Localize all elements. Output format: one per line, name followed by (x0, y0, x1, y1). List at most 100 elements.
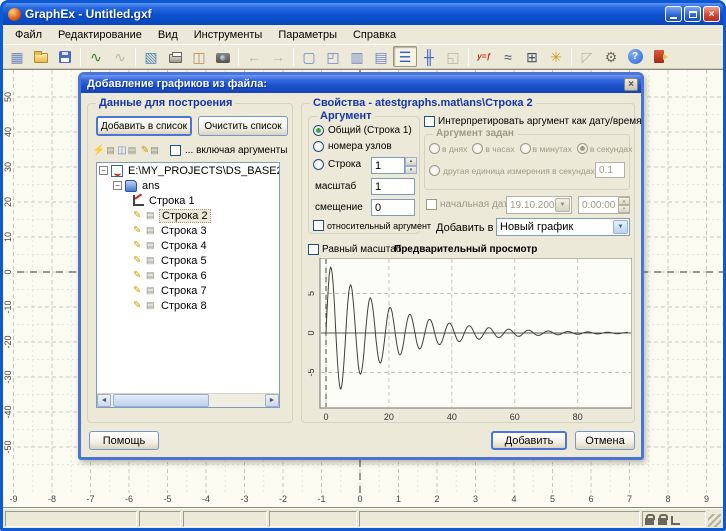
row-number-spinner[interactable]: ▴▾ (405, 157, 417, 174)
tree-root-item[interactable]: − E:\MY_PROJECTS\DS_BASE2\gexplorer\data\ (97, 163, 279, 178)
tree-row-item[interactable]: ✎▤Строка 8 (97, 298, 279, 313)
data-table-icon: ⊞ (526, 50, 538, 64)
add-to-combo[interactable]: Новый график ▼ (496, 218, 630, 236)
include-args-checkbox[interactable] (170, 145, 181, 156)
copy-image-button[interactable]: ◫ (187, 46, 211, 67)
menu-view[interactable]: Вид (150, 27, 186, 43)
tile-vertical-button[interactable]: ▥ (345, 46, 369, 67)
radio-unit-hours[interactable] (472, 143, 483, 154)
data-table-button[interactable]: ⊞ (520, 46, 544, 67)
menu-edit[interactable]: Редактирование (50, 27, 150, 43)
time-spinner[interactable]: ▴▾ (618, 197, 630, 213)
spin-down-icon[interactable]: ▾ (405, 166, 417, 175)
tree-row-item[interactable]: ✎▤Строка 4 (97, 238, 279, 253)
print-button[interactable] (163, 46, 187, 67)
edit-columns-button[interactable]: ✎▤ (141, 142, 160, 159)
row-number-input[interactable]: 1 (371, 157, 405, 174)
radio-row-argument[interactable] (313, 159, 324, 170)
collapse-icon[interactable]: − (99, 166, 108, 175)
spin-down-icon[interactable]: ▾ (618, 205, 630, 213)
radio-unit-days[interactable] (429, 143, 440, 154)
offset-input[interactable]: 0 (371, 199, 415, 216)
refresh-list-button[interactable]: ⚡▤ (95, 142, 114, 159)
radio-common-argument[interactable] (313, 125, 324, 136)
save-file-button[interactable] (53, 46, 77, 67)
collapse-icon[interactable]: − (113, 181, 122, 190)
pair-columns-button[interactable]: ◫▤ (118, 142, 137, 159)
radio-custom-unit[interactable] (429, 165, 440, 176)
clear-list-button[interactable]: Очистить список (198, 116, 288, 136)
equal-scale-checkbox[interactable] (308, 244, 319, 255)
add-button[interactable]: Добавить (491, 431, 567, 450)
relative-argument-checkbox[interactable] (313, 220, 324, 231)
exit-button[interactable] (647, 46, 671, 67)
window-layout-button[interactable]: ◰ (321, 46, 345, 67)
radio-node-numbers[interactable] (313, 141, 324, 152)
tree-row-item[interactable]: ✎▤Строка 7 (97, 283, 279, 298)
add-to-list-button[interactable]: Добавить в список (96, 116, 192, 136)
scroll-left-button[interactable]: ◄ (97, 394, 111, 407)
vertical-axes-button[interactable]: ╫ (417, 46, 441, 67)
start-date-checkbox[interactable] (426, 199, 437, 210)
tree-row-item[interactable]: Строка 1 (97, 193, 279, 208)
spin-up-icon[interactable]: ▴ (405, 157, 417, 166)
scale-input[interactable]: 1 (371, 178, 415, 195)
add-graph-button[interactable]: ∿ (84, 46, 108, 67)
tree-row-item[interactable]: ✎▤Строка 3 (97, 223, 279, 238)
help-button[interactable]: Помощь (89, 431, 159, 450)
data-tree[interactable]: −E:\MY_PROJECTS\DS_BASE2\gexplorer\data\… (96, 162, 280, 408)
new-file-button[interactable]: ▦ (5, 46, 29, 67)
start-date-combo[interactable]: 19.10.2008 ▼ (506, 196, 572, 214)
split-horizontal-button[interactable]: ☰ (393, 46, 417, 67)
radio-unit-seconds[interactable] (577, 143, 588, 154)
tree-row-item[interactable]: ✎▤Строка 6 (97, 268, 279, 283)
menu-bar: ФайлРедактированиеВидИнструментыПараметр… (3, 25, 723, 44)
datetime-checkbox[interactable] (424, 116, 435, 127)
minimize-button[interactable] (665, 6, 682, 22)
scroll-right-button[interactable]: ► (265, 394, 279, 407)
add-function-button[interactable]: y=ƒ (472, 46, 496, 67)
spin-up-icon[interactable]: ▴ (618, 197, 630, 205)
fit-view-button[interactable]: ▢ (297, 46, 321, 67)
variable-folder-icon (125, 180, 137, 192)
curve-points-button[interactable]: ≈ (496, 46, 520, 67)
snapshot-button[interactable] (211, 46, 235, 67)
menu-help[interactable]: Справка (345, 27, 404, 43)
open-file-button[interactable] (29, 46, 53, 67)
list-icon: ▤ (146, 285, 156, 296)
settings-button[interactable]: ⚙ (599, 46, 623, 67)
close-button[interactable]: × (703, 6, 720, 22)
plot-workspace[interactable]: -9-8-7-6-5-4-3-2-1012345678950403020100-… (3, 69, 723, 508)
list-icon: ▤ (146, 300, 156, 311)
tree-folder-item[interactable]: −ans (97, 178, 279, 193)
menu-options[interactable]: Параметры (270, 27, 345, 43)
add-to-dropdown-icon[interactable]: ▼ (613, 220, 628, 234)
resize-grip[interactable] (708, 514, 721, 527)
custom-unit-input[interactable]: 0.1 (595, 162, 625, 178)
tile-horizontal-button[interactable]: ▤ (369, 46, 393, 67)
date-dropdown-icon[interactable]: ▼ (555, 198, 570, 212)
tree-horizontal-scrollbar[interactable]: ◄ ► (97, 393, 279, 407)
start-time-value: 0:00:00 (582, 200, 615, 211)
dialog-titlebar[interactable]: Добавление графиков из файла: × (81, 75, 641, 93)
scrollbar-track[interactable] (111, 394, 265, 407)
dialog-close-button[interactable]: × (624, 78, 638, 91)
menu-file[interactable]: Файл (7, 27, 50, 43)
file-node-icon (111, 165, 123, 177)
cancel-button[interactable]: Отмена (575, 431, 635, 450)
tree-row-label: Строка 3 (159, 225, 209, 237)
scrollbar-thumb[interactable] (113, 394, 209, 407)
help-button[interactable]: ? (623, 46, 647, 67)
svg-text:-3: -3 (240, 494, 248, 504)
tree-root-label: E:\MY_PROJECTS\DS_BASE2\gexplorer\data\ (126, 165, 279, 177)
tree-row-item[interactable]: ✎▤Строка 5 (97, 253, 279, 268)
magic-wand-button[interactable]: ✳ (544, 46, 568, 67)
menu-tools[interactable]: Инструменты (186, 27, 271, 43)
window-titlebar[interactable]: GraphEx - Untitled.gxf × (3, 3, 723, 25)
radio-unit-minutes[interactable] (520, 143, 531, 154)
tree-row-item[interactable]: ✎▤Строка 2 (97, 208, 279, 223)
maximize-button[interactable] (684, 6, 701, 22)
datetime-label: Интерпретировать аргумент как дату/время (438, 116, 642, 127)
layout-icon: ◰ (326, 50, 339, 64)
export-image-button[interactable]: ▧ (139, 46, 163, 67)
